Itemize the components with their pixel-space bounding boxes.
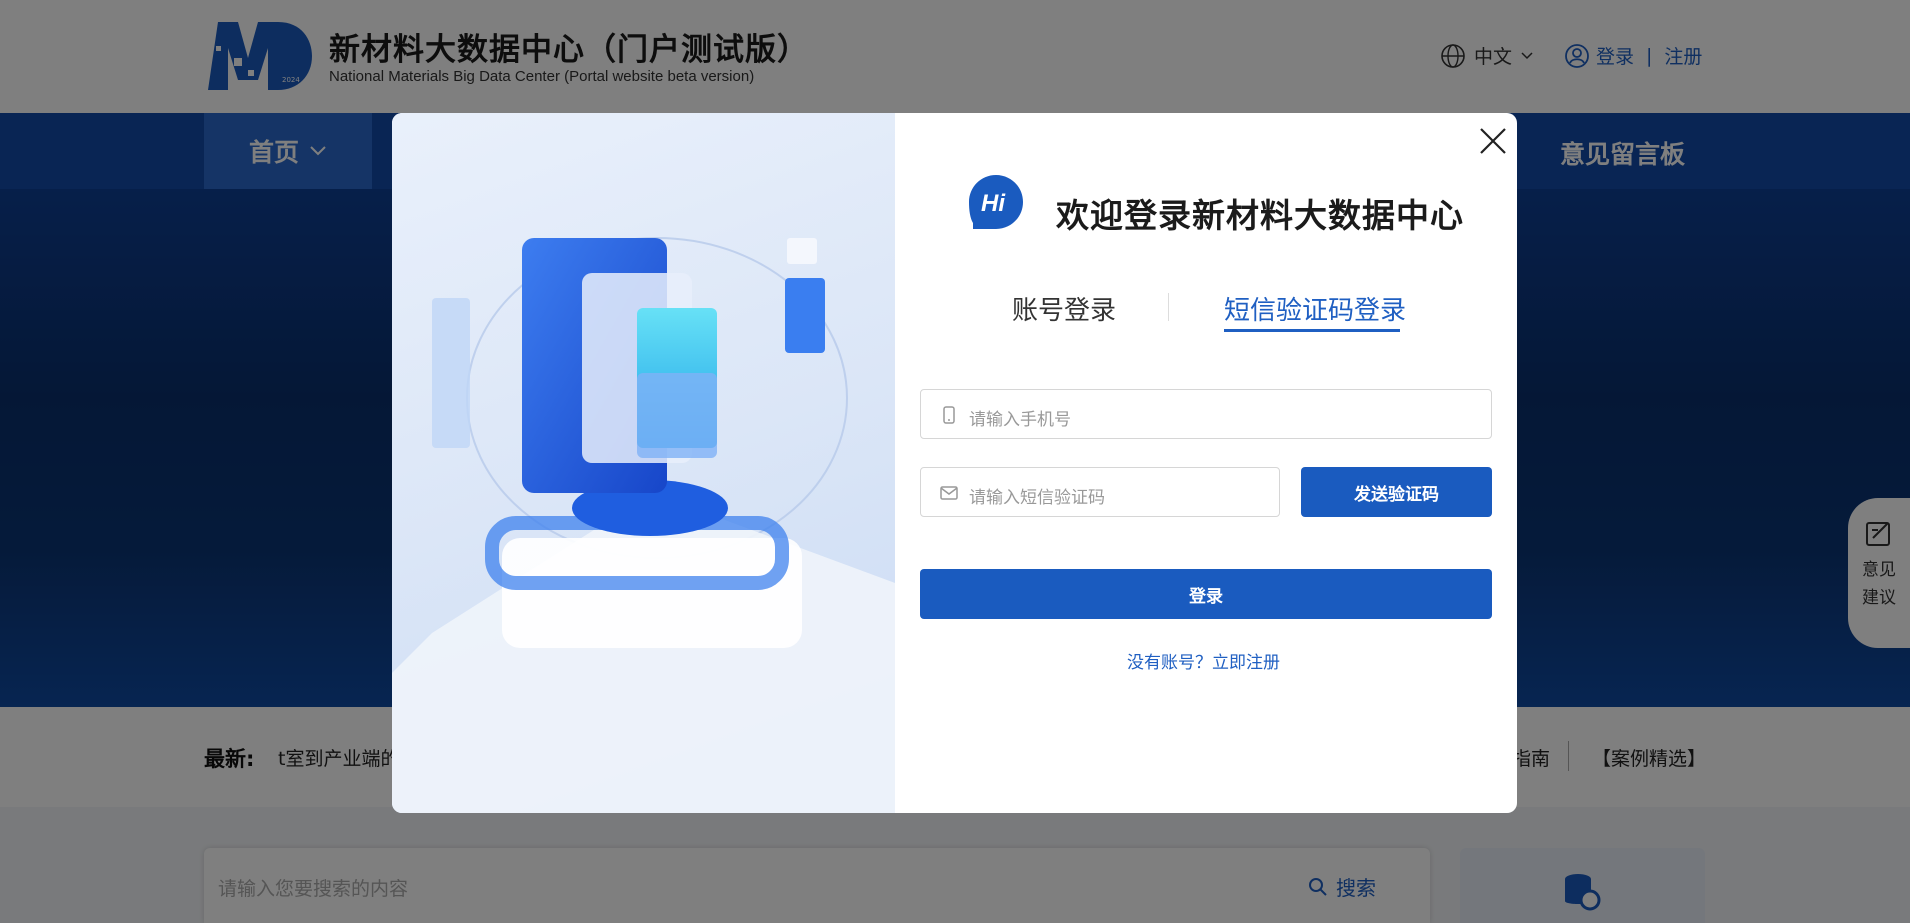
hi-text: Hi (981, 190, 1006, 217)
welcome-title: 欢迎登录新材料大数据中心 (1056, 196, 1464, 235)
sms-code-placeholder: 请输入短信验证码 (969, 488, 1105, 508)
close-icon[interactable] (1477, 125, 1509, 157)
send-code-button[interactable]: 发送验证码 (1301, 467, 1492, 517)
tab-separator (1168, 293, 1169, 321)
phone-placeholder: 请输入手机号 (969, 410, 1071, 430)
mail-icon (940, 486, 958, 500)
sms-code-field[interactable]: 请输入短信验证码 (920, 467, 1280, 517)
hi-badge-icon: Hi (969, 175, 1023, 229)
tab-account-login[interactable]: 账号登录 (1012, 290, 1116, 327)
data-visual-illustration (392, 237, 895, 813)
phone-field[interactable]: 请输入手机号 (920, 389, 1492, 439)
mobile-icon (943, 406, 955, 424)
login-modal: Hi 欢迎登录新材料大数据中心 账号登录 短信验证码登录 请输入手机号 请输入短… (392, 113, 1517, 813)
register-link[interactable]: 没有账号？立即注册 (1127, 648, 1280, 673)
tab-sms-login[interactable]: 短信验证码登录 (1224, 290, 1406, 327)
active-tab-indicator (1224, 329, 1400, 332)
modal-illustration (392, 113, 895, 813)
login-button[interactable]: 登录 (920, 569, 1492, 619)
